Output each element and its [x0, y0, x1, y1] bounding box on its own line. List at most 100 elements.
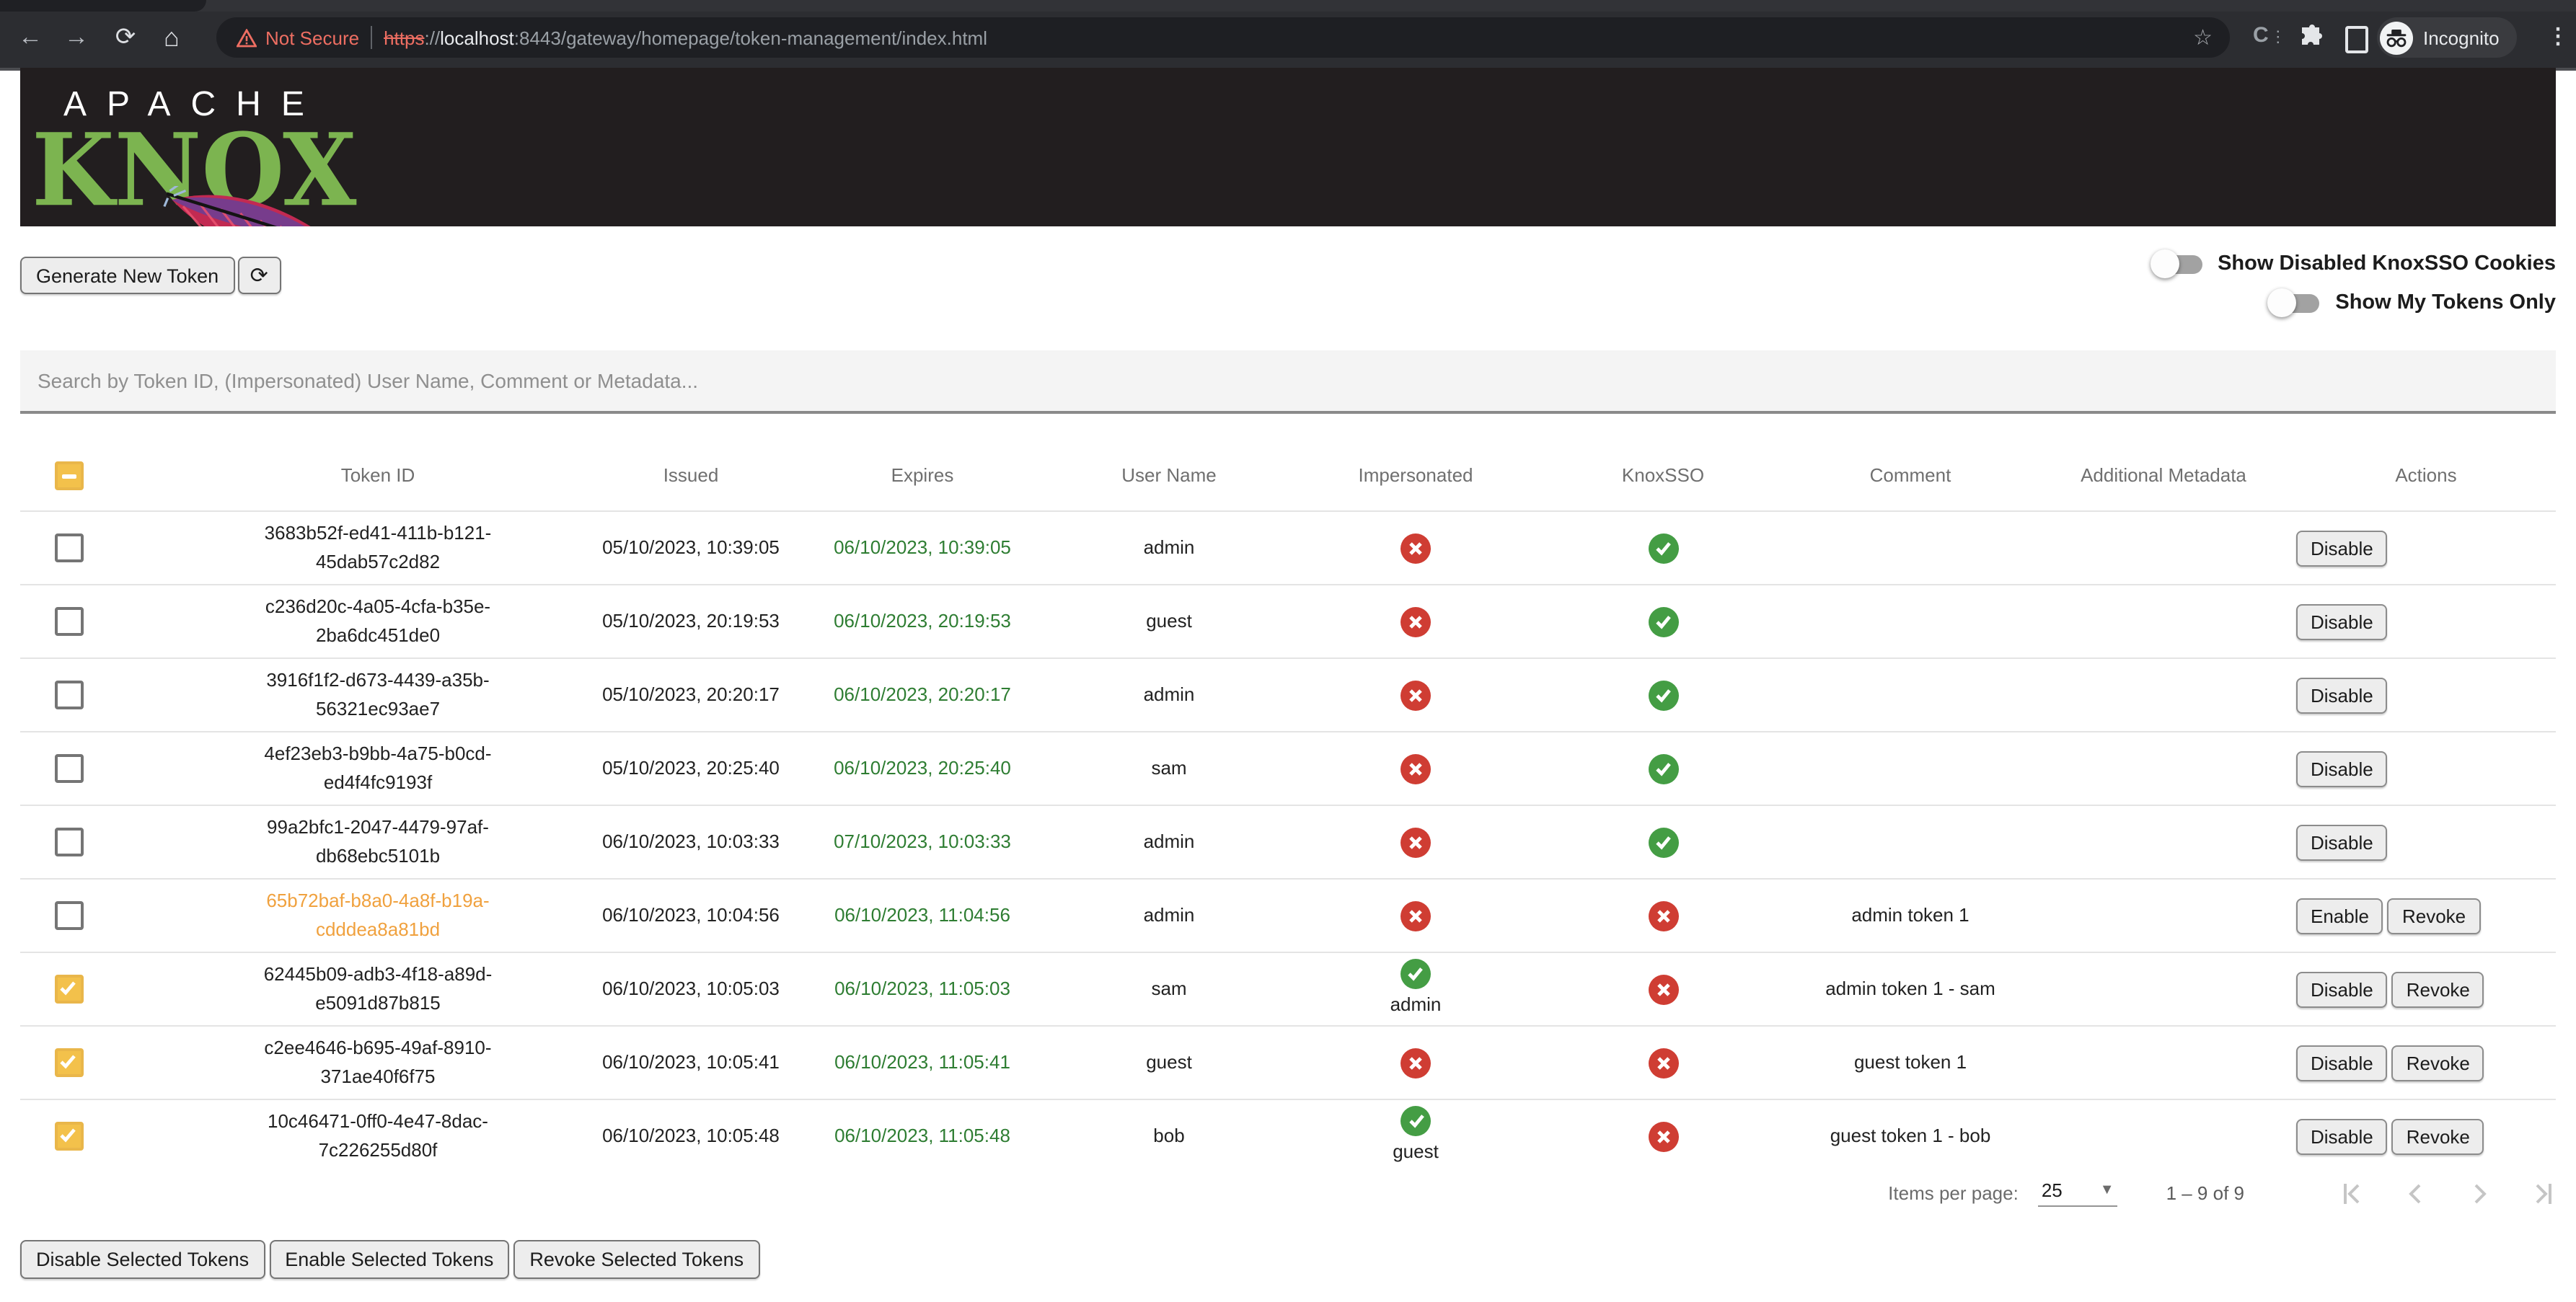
show-my-tokens-toggle[interactable]: [2272, 293, 2319, 312]
revoke-selected-tokens-button[interactable]: Revoke Selected Tokens: [513, 1240, 759, 1279]
disable-token-button[interactable]: Disable: [2296, 750, 2388, 787]
col-header-user-name: User Name: [1046, 461, 1292, 490]
active-tab[interactable]: [0, 0, 206, 12]
issued-date: 05/10/2023, 10:39:05: [602, 533, 780, 562]
enable-selected-tokens-button[interactable]: Enable Selected Tokens: [269, 1240, 509, 1279]
disable-token-button[interactable]: Disable: [2296, 824, 2388, 860]
impersonated-yes-icon: [1401, 959, 1431, 989]
user-name: admin: [1144, 901, 1195, 930]
search-input[interactable]: [20, 350, 2556, 411]
col-header-comment: Comment: [1787, 461, 2034, 490]
token-table-body: 3683b52f-ed41-411b-b121-45dab57c2d82 05/…: [20, 510, 2556, 1172]
browser-toolbar: ← → ⟳ ⌂ Not Secure https :// localhost :…: [0, 12, 2576, 65]
token-table-row: 65b72baf-b8a0-4a8f-b19a-cdddea8a81bd 06/…: [20, 878, 2556, 952]
knoxsso-no-icon: [1648, 900, 1678, 931]
row-actions: DisableRevoke: [2293, 971, 2556, 1007]
revoke-token-button[interactable]: Revoke: [2388, 898, 2480, 934]
disable-token-button[interactable]: Disable: [2296, 530, 2388, 566]
expires-date: 06/10/2023, 20:19:53: [834, 607, 1011, 636]
row-checkbox[interactable]: [55, 681, 84, 709]
generate-new-token-button[interactable]: Generate New Token: [20, 257, 234, 294]
row-checkbox[interactable]: [55, 1048, 84, 1077]
incognito-label: Incognito: [2423, 27, 2500, 48]
enable-token-button[interactable]: Enable: [2296, 898, 2383, 934]
issued-date: 05/10/2023, 20:20:17: [602, 681, 780, 709]
row-actions: EnableRevoke: [2293, 898, 2556, 934]
impersonated-user: admin: [1390, 991, 1442, 1019]
disable-token-button[interactable]: Disable: [2296, 603, 2388, 639]
token-table-row: 62445b09-adb3-4f18-a89d-e5091d87b815 06/…: [20, 952, 2556, 1025]
url-scheme: https: [384, 27, 424, 48]
items-per-page-select[interactable]: 25 ▼: [2039, 1179, 2117, 1207]
side-panel-icon[interactable]: [2345, 26, 2368, 53]
row-checkbox[interactable]: [55, 901, 84, 930]
disable-selected-tokens-button[interactable]: Disable Selected Tokens: [20, 1240, 265, 1279]
row-checkbox[interactable]: [55, 1122, 84, 1151]
controls-row: Generate New Token ⟳ Show Disabled KnoxS…: [20, 245, 2556, 335]
disable-token-button[interactable]: Disable: [2296, 1045, 2388, 1081]
col-header-expires: Expires: [799, 461, 1046, 490]
extensions-icon[interactable]: [2299, 25, 2325, 50]
tab-strip: [0, 0, 2576, 12]
expires-date: 06/10/2023, 20:20:17: [834, 681, 1011, 709]
bulk-actions: Disable Selected Tokens Enable Selected …: [20, 1240, 764, 1279]
previous-page-icon[interactable]: [2403, 1180, 2429, 1206]
comment: admin token 1: [1851, 901, 1969, 930]
col-header-knoxsso: KnoxSSO: [1539, 461, 1787, 490]
back-icon[interactable]: ←: [12, 17, 49, 58]
bookmark-icon[interactable]: ☆: [2193, 25, 2213, 50]
browser-menu-icon[interactable]: ⋮: [2547, 23, 2569, 49]
extension-c-icon[interactable]: C⋮: [2253, 23, 2288, 48]
last-page-icon[interactable]: [2530, 1180, 2556, 1206]
knoxsso-yes-icon: [1648, 827, 1678, 857]
token-id: 4ef23eb3-b9bb-4a75-b0cd-ed4f4fc9193f: [255, 740, 500, 798]
knoxsso-yes-icon: [1648, 680, 1678, 710]
impersonated-yes: admin: [1390, 959, 1442, 1019]
toggle-label: Show My Tokens Only: [2335, 291, 2556, 314]
row-checkbox[interactable]: [55, 975, 84, 1004]
reload-icon[interactable]: ⟳: [107, 17, 144, 58]
next-page-icon[interactable]: [2466, 1180, 2492, 1206]
token-id: 10c46471-0ff0-4e47-8dac-7c226255d80f: [255, 1107, 500, 1166]
revoke-token-button[interactable]: Revoke: [2392, 1045, 2484, 1081]
row-checkbox[interactable]: [55, 533, 84, 562]
not-secure-warning-icon: [237, 28, 257, 47]
token-id: 62445b09-adb3-4f18-a89d-e5091d87b815: [255, 960, 500, 1019]
home-icon[interactable]: ⌂: [153, 17, 190, 58]
col-header-additional-metadata: Additional Metadata: [2034, 461, 2293, 490]
knoxsso-yes-icon: [1648, 606, 1678, 637]
refresh-tokens-button[interactable]: ⟳: [237, 257, 281, 294]
col-header-actions: Actions: [2293, 461, 2556, 490]
row-actions: DisableRevoke: [2293, 1045, 2556, 1081]
page-range-label: 1 – 9 of 9: [2166, 1182, 2244, 1204]
col-header-impersonated: Impersonated: [1292, 461, 1539, 490]
caret-down-icon: ▼: [2100, 1182, 2114, 1198]
forward-icon[interactable]: →: [58, 17, 95, 58]
toggle-label: Show Disabled KnoxSSO Cookies: [2218, 252, 2556, 275]
issued-date: 06/10/2023, 10:05:48: [602, 1122, 780, 1151]
table-header-row: Token ID Issued Expires User Name Impers…: [20, 441, 2556, 510]
impersonated-no-icon: [1401, 753, 1431, 784]
first-page-icon[interactable]: [2339, 1180, 2365, 1206]
row-checkbox[interactable]: [55, 607, 84, 636]
screen: ← → ⟳ ⌂ Not Secure https :// localhost :…: [0, 0, 2576, 1302]
select-all-checkbox[interactable]: [55, 461, 84, 490]
row-checkbox[interactable]: [55, 828, 84, 856]
expires-date: 07/10/2023, 10:03:33: [834, 828, 1011, 856]
comment: guest token 1 - bob: [1830, 1122, 1991, 1151]
row-checkbox[interactable]: [55, 754, 84, 783]
knoxsso-yes-icon: [1648, 533, 1678, 563]
user-name: sam: [1151, 754, 1186, 783]
browser-chrome: ← → ⟳ ⌂ Not Secure https :// localhost :…: [0, 0, 2576, 71]
show-disabled-knoxsso-toggle[interactable]: [2154, 254, 2202, 273]
revoke-token-button[interactable]: Revoke: [2392, 971, 2484, 1007]
token-table-row: 3916f1f2-d673-4439-a35b-56321ec93ae7 05/…: [20, 657, 2556, 731]
impersonated-yes: guest: [1393, 1106, 1439, 1166]
issued-date: 06/10/2023, 10:03:33: [602, 828, 780, 856]
disable-token-button[interactable]: Disable: [2296, 971, 2388, 1007]
disable-token-button[interactable]: Disable: [2296, 1118, 2388, 1154]
disable-token-button[interactable]: Disable: [2296, 677, 2388, 713]
address-bar[interactable]: Not Secure https :// localhost :8443/gat…: [216, 17, 2230, 58]
expires-date: 06/10/2023, 11:05:03: [834, 975, 1010, 1004]
revoke-token-button[interactable]: Revoke: [2392, 1118, 2484, 1154]
